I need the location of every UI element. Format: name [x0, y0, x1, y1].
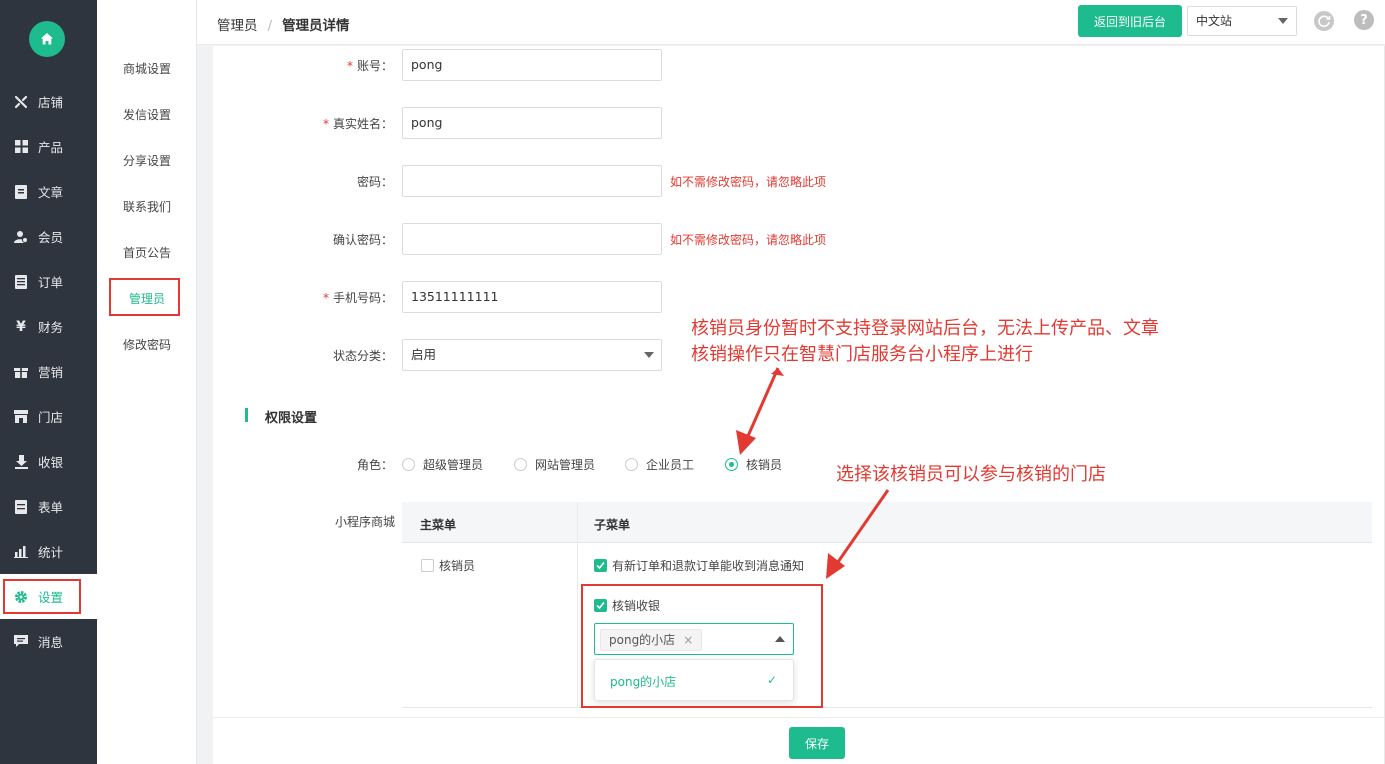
app-root: 店铺 产品 文章 会员 订单 ¥ 财务 营销 门店 收银 表单 统计 设置 消息…: [0, 0, 1385, 764]
arrow-to-store-select: [826, 489, 890, 579]
annotation-arrows: [736, 367, 890, 579]
arrow-to-verifier-role: [736, 367, 784, 455]
